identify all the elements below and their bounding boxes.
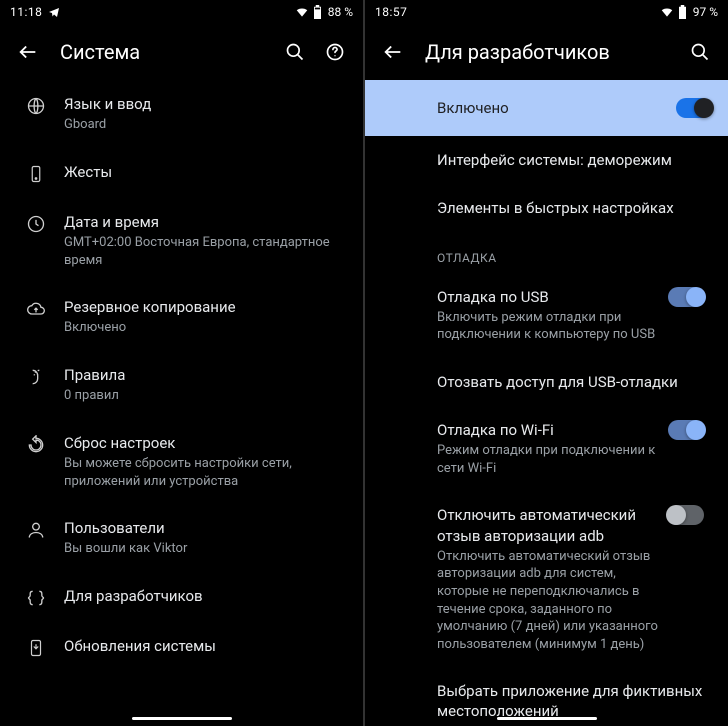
item-title: Правила (64, 365, 347, 385)
rules-icon (26, 367, 46, 387)
back-button[interactable] (8, 32, 48, 72)
cloud-icon (25, 299, 47, 319)
item-gestures[interactable]: Жесты (0, 148, 363, 198)
status-bar: 18:57 97 % (365, 0, 728, 24)
back-button[interactable] (373, 32, 413, 72)
item-update[interactable]: Обновления системы (0, 622, 363, 672)
app-bar: Для разработчиков (365, 24, 728, 80)
item-title: Пользователи (64, 518, 347, 538)
item-title: Элементы в быстрых настройках (437, 198, 712, 218)
master-toggle-label: Включено (437, 99, 676, 117)
item-revoke-usb[interactable]: Отозвать доступ для USB-отладки (365, 358, 728, 406)
master-toggle[interactable] (676, 98, 712, 118)
item-subtitle: Отключить автоматический отзыв авторизац… (437, 548, 660, 653)
screen-developer: 18:57 97 % Для разработчиков Включено Ин… (365, 0, 728, 726)
item-title: Отключить автоматический отзыв авторизац… (437, 505, 660, 546)
braces-icon (26, 588, 46, 608)
item-backup[interactable]: Резервное копирование Включено (0, 283, 363, 351)
item-title: Сброс настроек (64, 433, 347, 453)
item-subtitle: 0 правил (64, 387, 347, 405)
battery-icon (313, 5, 322, 19)
item-title: Выбрать приложение для фиктивных местопо… (437, 681, 712, 722)
toggle-adb-auth-timeout[interactable] (668, 505, 704, 525)
item-wifi-debugging[interactable]: Отладка по Wi-FiРежим отладки при подклю… (365, 406, 728, 491)
item-subtitle: Gboard (64, 116, 347, 134)
item-title: Язык и ввод (64, 94, 347, 114)
item-title: Интерфейс системы: деморежим (437, 150, 712, 170)
gesture-icon (27, 164, 45, 184)
item-title: Отладка по USB (437, 287, 660, 307)
item-rules[interactable]: Правила 0 правил (0, 351, 363, 419)
item-subtitle: Вы можете сбросить настройки сети, прило… (64, 455, 347, 490)
page-title: Система (48, 40, 275, 64)
toggle-usb-debugging[interactable] (668, 287, 704, 307)
item-title: Резервное копирование (64, 297, 347, 317)
toggle-wifi-debugging[interactable] (668, 420, 704, 440)
item-title: Отладка по Wi-Fi (437, 420, 660, 440)
screen-system: 11:18 88 % Система Язык и ввод Gboard (0, 0, 363, 726)
item-title: Жесты (64, 162, 347, 182)
user-icon (26, 520, 46, 540)
clock: 11:18 (10, 5, 42, 19)
item-users[interactable]: Пользователи Вы вошли как Viktor (0, 504, 363, 572)
master-toggle-row[interactable]: Включено (365, 80, 728, 136)
telegram-icon (48, 6, 60, 18)
battery-percent: 97 % (693, 5, 718, 19)
item-language[interactable]: Язык и ввод Gboard (0, 80, 363, 148)
update-icon (27, 638, 45, 658)
settings-list: Язык и ввод Gboard Жесты Дата и времяGMT+… (0, 80, 363, 726)
item-subtitle: Режим отладки при подключении к сети Wi-… (437, 442, 660, 477)
battery-icon (678, 5, 687, 19)
search-button[interactable] (275, 32, 315, 72)
section-debug: ОТЛАДКА (365, 233, 728, 273)
item-title: Для разработчиков (64, 586, 347, 606)
item-title: Обновления системы (64, 636, 347, 656)
item-demo-mode[interactable]: Интерфейс системы: деморежим (365, 136, 728, 184)
status-bar: 11:18 88 % (0, 0, 363, 24)
settings-list: Включено Интерфейс системы: деморежим Эл… (365, 80, 728, 726)
page-title: Для разработчиков (413, 40, 680, 64)
item-developer[interactable]: Для разработчиков (0, 572, 363, 622)
item-subtitle: Вы вошли как Viktor (64, 540, 347, 558)
item-subtitle: Включено (64, 319, 347, 337)
wifi-icon (295, 5, 309, 19)
item-title: Отозвать доступ для USB-отладки (437, 372, 712, 392)
app-bar: Система (0, 24, 363, 80)
item-reset[interactable]: Сброс настроекВы можете сбросить настрой… (0, 419, 363, 504)
help-button[interactable] (315, 32, 355, 72)
globe-icon (26, 96, 46, 116)
search-button[interactable] (680, 32, 720, 72)
item-title: Дата и время (64, 212, 347, 232)
item-subtitle: GMT+02:00 Восточная Европа, стандартное … (64, 234, 347, 269)
nav-handle[interactable] (132, 717, 232, 720)
clock-icon (26, 214, 46, 234)
item-datetime[interactable]: Дата и времяGMT+02:00 Восточная Европа, … (0, 198, 363, 283)
battery-percent: 88 % (328, 5, 353, 19)
item-subtitle: Включить режим отладки при подключении к… (437, 309, 660, 344)
item-usb-debugging[interactable]: Отладка по USBВключить режим отладки при… (365, 273, 728, 358)
wifi-icon (660, 5, 674, 19)
clock: 18:57 (375, 5, 407, 19)
item-adb-auth-timeout[interactable]: Отключить автоматический отзыв авторизац… (365, 491, 728, 667)
item-quick-settings-tiles[interactable]: Элементы в быстрых настройках (365, 184, 728, 232)
nav-handle[interactable] (497, 717, 597, 720)
reset-icon (26, 435, 46, 455)
